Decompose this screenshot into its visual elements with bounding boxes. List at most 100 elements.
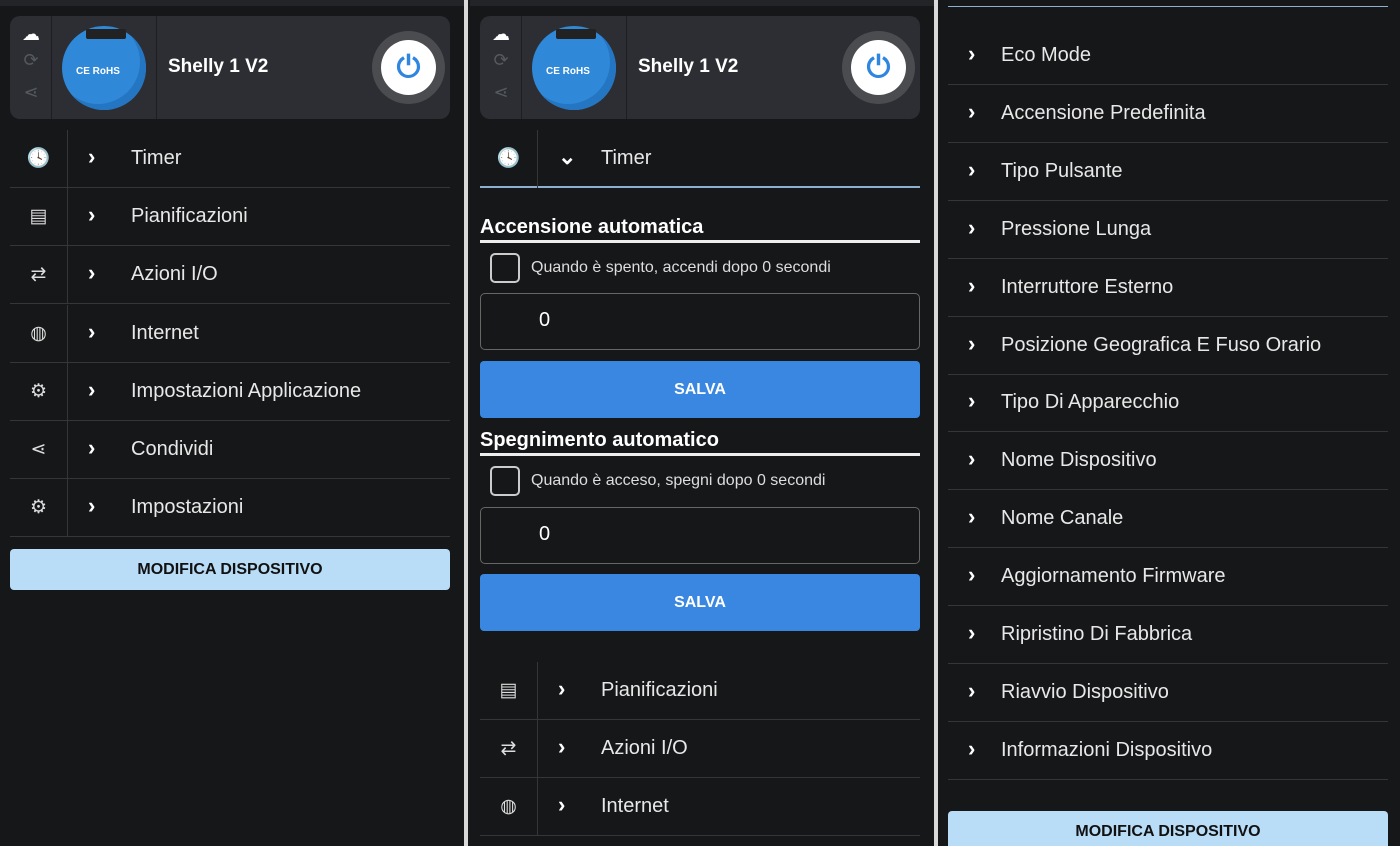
chevron-right-icon: ›	[558, 734, 566, 759]
chevron-right-icon: ›	[968, 735, 976, 761]
globe-icon: ◍	[10, 304, 68, 363]
menu-item[interactable]: ▤ › Pianificazioni	[480, 662, 920, 720]
sync-icon[interactable]: ⟳	[20, 50, 42, 71]
menu-item-label: Timer	[601, 147, 652, 169]
menu-item[interactable]: › Nome Dispositivo	[948, 432, 1388, 491]
menu-item-label: Impostazioni Applicazione	[131, 379, 362, 402]
share-icon[interactable]: ⋖	[490, 82, 512, 103]
menu-item[interactable]: ⚙ › Impostazioni Applicazione	[10, 362, 450, 421]
divider	[464, 0, 468, 846]
menu-item[interactable]: ⇄ › Azioni I/O	[480, 720, 920, 778]
menu-item-label: Azioni I/O	[601, 737, 688, 759]
cloud-icon[interactable]: ☁	[20, 24, 42, 45]
calendar-icon: ▤	[480, 662, 538, 720]
power-icon: ⏻	[851, 40, 906, 95]
menu-item[interactable]: 🕓 ⌄ Timer	[480, 130, 920, 188]
menu-item[interactable]: ⚙ › Impostazioni	[10, 479, 450, 538]
menu-item-label: Ripristino Di Fabbrica	[1001, 623, 1193, 645]
menu-item[interactable]: › Posizione Geografica E Fuso Orario	[948, 317, 1388, 375]
chevron-right-icon: ›	[88, 202, 96, 228]
menu-item-label: Nome Dispositivo	[1001, 449, 1157, 472]
menu-item[interactable]: › Tipo Di Apparecchio	[948, 374, 1388, 433]
menu-item-label: Interruttore Esterno	[1001, 275, 1174, 298]
menu-item[interactable]: › Tipo Pulsante	[948, 143, 1388, 201]
chevron-right-icon: ›	[88, 260, 96, 286]
cloud-icon[interactable]: ☁	[490, 24, 512, 45]
menu-item-label: Pianificazioni	[131, 205, 248, 228]
chevron-right-icon: ›	[968, 446, 976, 472]
auto-on-seconds-input[interactable]: 0	[480, 293, 920, 350]
chevron-right-icon: ›	[968, 330, 976, 356]
chevron-right-icon: ›	[558, 676, 566, 701]
menu-item[interactable]: ⋖ › Condividi	[10, 421, 450, 479]
on-section-title: Accensione automatica	[480, 216, 920, 243]
sync-icon[interactable]: ⟳	[490, 50, 512, 71]
auto-on-label: Quando è spento, accendi dopo 0 secondi	[531, 259, 831, 276]
menu-item[interactable]: › Ripristino Di Fabbrica	[948, 606, 1388, 664]
menu-item[interactable]: › Accensione Predefinita	[948, 85, 1388, 143]
status-icons: ☁ ⟳ ⋖	[480, 16, 522, 119]
auto-off-label: Quando è acceso, spegni dopo 0 secondi	[531, 472, 826, 489]
menu-item-label: Impostazioni	[131, 496, 244, 519]
auto-on-checkbox[interactable]	[490, 253, 520, 283]
menu-item[interactable]: 🕓 › Timer	[10, 130, 450, 188]
chevron-right-icon: ›	[968, 504, 976, 530]
gear-icon: ⚙	[10, 479, 68, 538]
device-image: CE RoHS	[52, 16, 157, 119]
auto-off-checkbox[interactable]	[490, 466, 520, 496]
menu-item[interactable]: ◍ › Internet	[480, 778, 920, 836]
menu-item[interactable]: ▤ › Pianificazioni	[10, 188, 450, 247]
menu-item-label: Pianificazioni	[601, 679, 718, 701]
chevron-right-icon: ›	[968, 388, 976, 414]
power-button[interactable]: ⏻	[842, 31, 915, 104]
chevron-right-icon: ›	[88, 376, 96, 402]
menu-item[interactable]: › Riavvio Dispositivo	[948, 664, 1388, 722]
menu-item-label: Pressione Lunga	[1001, 217, 1152, 240]
device-name: Shelly 1 V2	[168, 56, 269, 77]
menu-item[interactable]: › Eco Mode	[948, 27, 1388, 85]
share-icon: ⋖	[10, 421, 68, 479]
device-label-print: CE RoHS	[546, 66, 590, 77]
modify-device-button[interactable]: MODIFICA DISPOSITIVO	[948, 811, 1388, 846]
menu-item[interactable]: › Interruttore Esterno	[948, 259, 1388, 317]
menu-item-label: Internet	[131, 321, 199, 344]
menu-item-label: Accensione Predefinita	[1001, 101, 1206, 124]
timer-panel: Accensione automatica Quando è spento, a…	[470, 0, 934, 846]
chevron-right-icon: ›	[88, 435, 96, 460]
globe-icon: ◍	[480, 778, 538, 836]
settings-panel: › Eco Mode › Accensione Predefinita › Tipo Pu…	[938, 0, 1400, 846]
chevron-right-icon: ›	[968, 214, 976, 240]
chevron-right-icon: ›	[88, 493, 96, 519]
chevron-right-icon: ›	[558, 792, 566, 817]
arrows-icon: ⇄	[10, 246, 68, 305]
save-auto-on-button[interactable]: SALVA	[480, 361, 920, 418]
menu-item[interactable]: ◍ › Internet	[10, 304, 450, 363]
chevron-right-icon: ›	[968, 156, 976, 182]
menu-item-label: Posizione Geografica E Fuso Orario	[1001, 333, 1322, 356]
menu-item-label: Condividi	[131, 438, 214, 460]
chevron-right-icon: ›	[88, 144, 96, 169]
device-image: CE RoHS	[522, 16, 627, 119]
device-card: ☁ ⟳ ⋖ CE RoHS Shelly 1 V2 ⏻	[10, 16, 450, 119]
save-auto-off-button[interactable]: SALVA	[480, 574, 920, 631]
menu-item[interactable]: › Informazioni Dispositivo	[948, 722, 1388, 780]
menu-item-label: Aggiornamento Firmware	[1001, 565, 1226, 588]
menu-item[interactable]: ⇄ › Azioni I/O	[10, 246, 450, 305]
menu-item[interactable]: › Aggiornamento Firmware	[948, 548, 1388, 607]
auto-off-seconds-input[interactable]: 0	[480, 507, 920, 564]
clock-icon: 🕓	[480, 130, 538, 188]
share-icon[interactable]: ⋖	[20, 82, 42, 103]
chevron-right-icon: ›	[968, 620, 976, 645]
menu-item-label: Eco Mode	[1001, 44, 1092, 66]
device-panel: ☁ ⟳ ⋖ CE RoHS Shelly 1 V2 ⏻ 🕓 › Timer ▤ › Pianifica…	[0, 0, 464, 846]
menu-item-label: Nome Canale	[1001, 507, 1124, 530]
device-label-print: CE RoHS	[76, 66, 120, 77]
menu-item[interactable]: › Nome Canale	[948, 490, 1388, 549]
modify-device-button[interactable]: MODIFICA DISPOSITIVO	[10, 549, 450, 590]
arrows-icon: ⇄	[480, 720, 538, 778]
menu-item-label: Internet	[601, 795, 669, 817]
power-button[interactable]: ⏻	[372, 31, 445, 104]
device-card: ☁ ⟳ ⋖ CE RoHS Shelly 1 V2 ⏻	[480, 16, 920, 119]
device-name: Shelly 1 V2	[638, 56, 739, 77]
menu-item[interactable]: › Pressione Lunga	[948, 201, 1388, 259]
